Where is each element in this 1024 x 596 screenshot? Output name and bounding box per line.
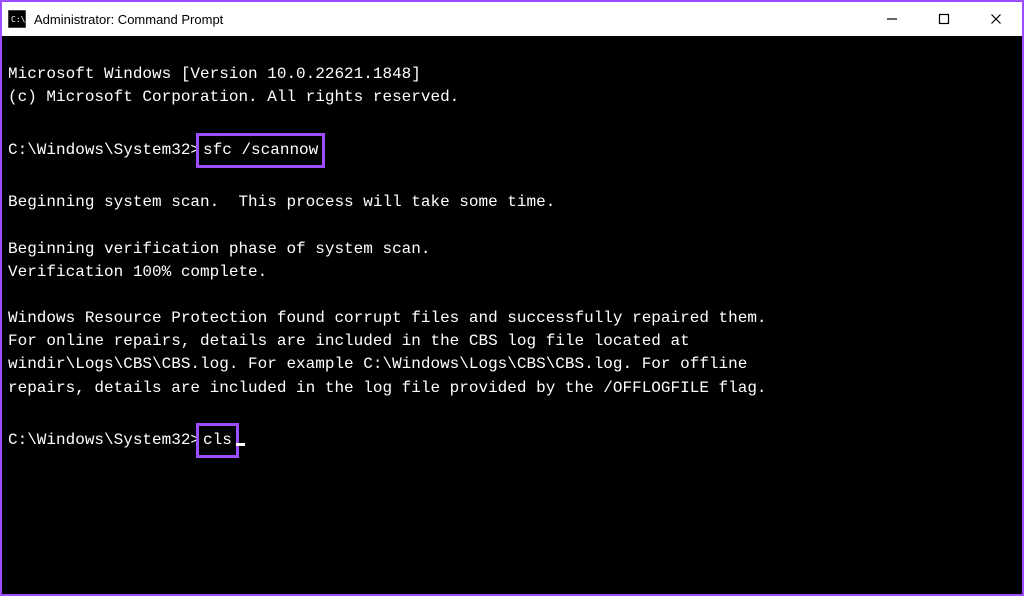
highlighted-command: sfc /scannow (196, 133, 325, 168)
output-line: windir\Logs\CBS\CBS.log. For example C:\… (8, 353, 1016, 376)
minimize-button[interactable] (866, 2, 918, 36)
command-text: sfc /scannow (203, 141, 318, 159)
output-line: Windows Resource Protection found corrup… (8, 307, 1016, 330)
output-line: Beginning verification phase of system s… (8, 238, 1016, 261)
command-text: cls (203, 431, 232, 449)
close-button[interactable] (970, 2, 1022, 36)
titlebar-controls (866, 2, 1022, 36)
window-title: Administrator: Command Prompt (34, 12, 223, 27)
output-line: Verification 100% complete. (8, 261, 1016, 284)
output-line: Beginning system scan. This process will… (8, 191, 1016, 214)
maximize-button[interactable] (918, 2, 970, 36)
command-prompt-window: C:\ Administrator: Command Prompt Micros… (0, 0, 1024, 596)
svg-text:C:\: C:\ (11, 15, 26, 24)
output-line: For online repairs, details are included… (8, 330, 1016, 353)
titlebar[interactable]: C:\ Administrator: Command Prompt (2, 2, 1022, 36)
highlighted-command: cls (196, 423, 239, 458)
terminal-output[interactable]: Microsoft Windows [Version 10.0.22621.18… (2, 36, 1022, 594)
text-cursor (236, 443, 245, 446)
prompt-path: C:\Windows\System32> (8, 141, 200, 159)
prompt-path: C:\Windows\System32> (8, 431, 200, 449)
prompt-line: C:\Windows\System32>cls (8, 423, 1016, 458)
header-line: Microsoft Windows [Version 10.0.22621.18… (8, 63, 1016, 86)
cmd-icon: C:\ (8, 10, 26, 28)
header-line: (c) Microsoft Corporation. All rights re… (8, 86, 1016, 109)
output-line: repairs, details are included in the log… (8, 377, 1016, 400)
prompt-line: C:\Windows\System32>sfc /scannow (8, 133, 1016, 168)
